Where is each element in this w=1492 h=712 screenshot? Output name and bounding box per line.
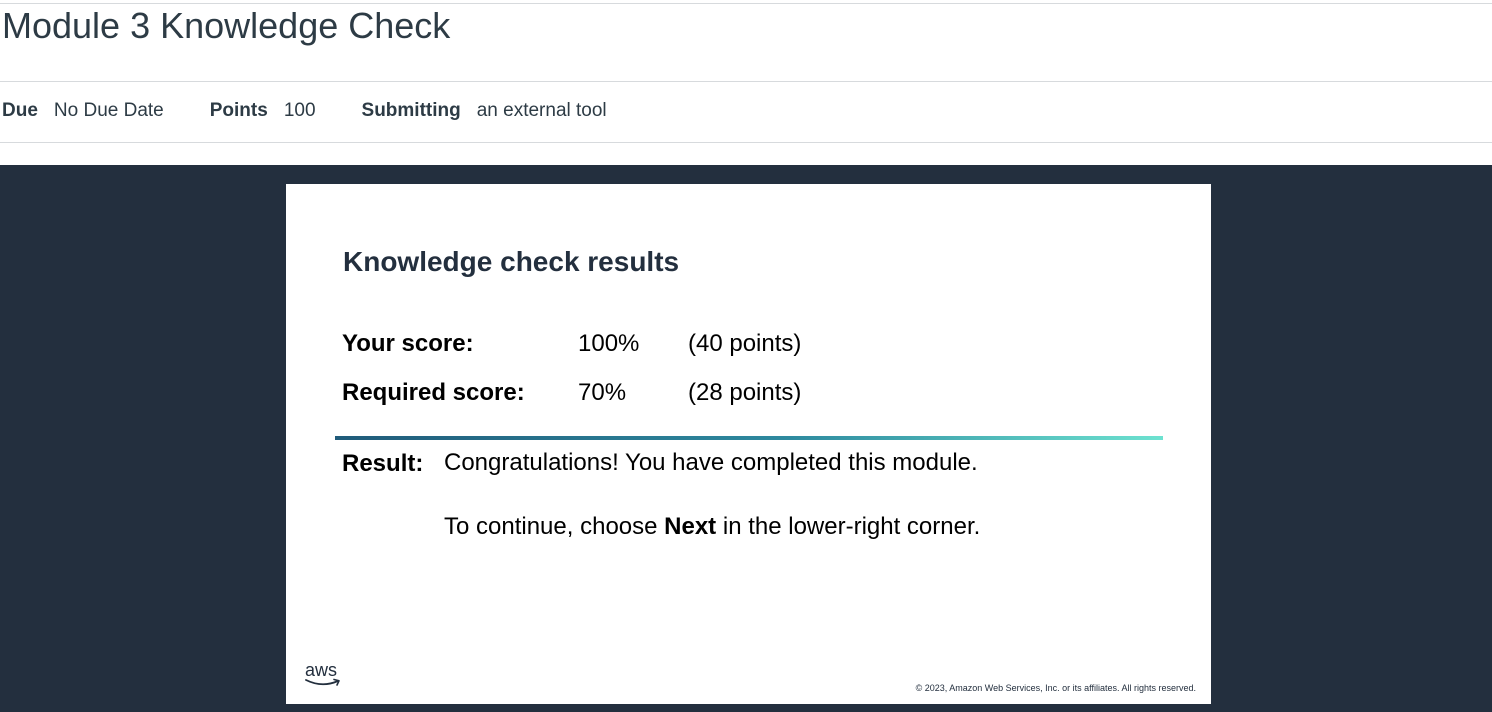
your-score-percent: 100% bbox=[578, 330, 640, 357]
your-score-points: (40 points) bbox=[688, 330, 802, 357]
points-label: Points bbox=[209, 100, 268, 121]
required-score-points: (28 points) bbox=[688, 379, 802, 406]
continue-instruction: To continue, choose Next in the lower-ri… bbox=[444, 513, 980, 541]
points-value: 100 bbox=[283, 100, 316, 121]
result-message: Congratulations! You have completed this… bbox=[444, 449, 978, 476]
page-title: Module 3 Knowledge Check bbox=[2, 5, 451, 46]
results-title: Knowledge check results bbox=[343, 246, 680, 277]
submitting-label: Submitting bbox=[361, 100, 461, 121]
your-score-label: Your score: bbox=[342, 330, 474, 357]
due-value: No Due Date bbox=[53, 100, 164, 121]
required-score-percent: 70% bbox=[578, 379, 627, 406]
assignment-details: Due No Due Date Points 100 Submitting an… bbox=[2, 99, 653, 123]
due-label: Due bbox=[2, 100, 38, 121]
assignment-page: Module 3 Knowledge Check Due No Due Date… bbox=[0, 0, 1492, 712]
continue-text-before: To continue, choose bbox=[444, 513, 665, 540]
details-divider bbox=[0, 142, 1492, 143]
aws-logo: aws bbox=[304, 660, 344, 690]
submitting-value: an external tool bbox=[476, 100, 607, 121]
results-card: Knowledge check results Your score: 100%… bbox=[286, 184, 1211, 704]
result-label: Result: bbox=[342, 450, 424, 477]
title-divider bbox=[0, 81, 1492, 82]
aws-smile-icon bbox=[305, 678, 340, 686]
next-emphasis: Next bbox=[664, 513, 717, 540]
external-tool-frame[interactable]: Knowledge check results Your score: 100%… bbox=[0, 165, 1492, 712]
results-divider bbox=[335, 436, 1163, 440]
continue-text-after: in the lower-right corner. bbox=[716, 513, 981, 540]
copyright-notice: © 2023, Amazon Web Services, Inc. or its… bbox=[915, 683, 1196, 693]
required-score-label: Required score: bbox=[342, 379, 525, 406]
